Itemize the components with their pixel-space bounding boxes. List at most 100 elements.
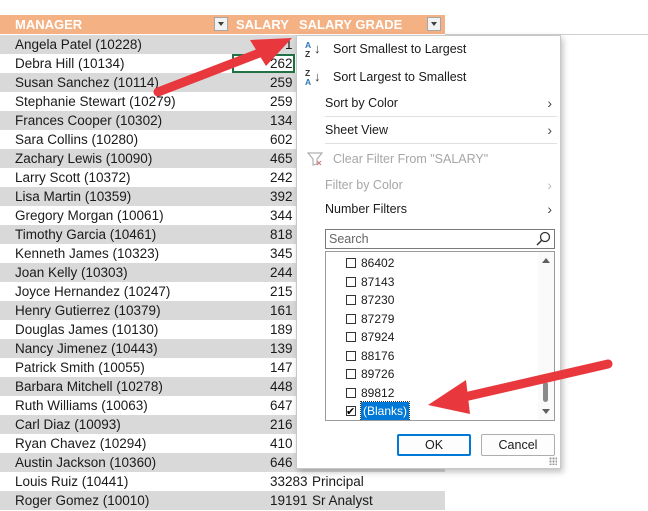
manager-cell[interactable]: Carl Diaz (10093) [15,415,121,434]
manager-cell[interactable]: Frances Cooper (10302) [15,111,162,130]
manager-cell[interactable]: Joan Kelly (10303) [15,263,128,282]
search-icon [536,231,551,246]
manager-cell[interactable]: Kenneth James (10323) [15,244,159,263]
checkbox-icon[interactable] [346,369,356,379]
sort-smallest-to-largest[interactable]: A Z ↓ Sort Smallest to Largest [297,38,560,60]
manager-cell[interactable]: Gregory Morgan (10061) [15,206,164,225]
ok-button[interactable]: OK [397,434,471,456]
salary-cell[interactable]: 33283 [270,472,308,491]
checkbox-icon[interactable] [346,332,356,342]
cancel-button[interactable]: Cancel [481,434,555,456]
header-manager[interactable]: MANAGER [0,15,232,34]
checkbox-icon[interactable] [346,295,356,305]
manager-cell[interactable]: Douglas James (10130) [15,320,158,339]
salary-cell[interactable]: 19191 [270,491,308,510]
salary-cell[interactable]: 259 [270,92,293,111]
manager-cell[interactable]: Zachary Lewis (10090) [15,149,152,168]
manager-cell[interactable]: Austin Jackson (10360) [15,453,156,472]
salary-cell[interactable]: 818 [270,225,293,244]
sort-largest-to-smallest[interactable]: Z A ↓ Sort Largest to Smallest [297,66,560,88]
salary-cell[interactable]: 410 [270,434,293,453]
salary-cell[interactable]: 147 [270,358,293,377]
table-row[interactable]: Louis Ruiz (10441) 33283 Principal [0,472,445,491]
salary-cell[interactable]: 244 [270,263,293,282]
salary-cell[interactable]: 471 [270,35,293,54]
manager-cell[interactable]: Larry Scott (10372) [15,168,131,187]
filter-by-color[interactable]: Filter by Color › [297,174,560,196]
checkbox-icon[interactable] [346,387,356,398]
header-salary-label: SALARY [236,17,289,32]
search-input[interactable]: Search [325,229,555,249]
manager-cell[interactable]: Louis Ruiz (10441) [15,472,128,491]
salary-cell[interactable]: 161 [270,301,293,320]
manager-cell[interactable]: Barbara Mitchell (10278) [15,377,163,396]
scroll-thumb[interactable] [543,382,548,402]
filter-value-label: 89812 [361,385,395,400]
number-filters[interactable]: Number Filters › [297,198,560,220]
manager-cell[interactable]: Ryan Chavez (10294) [15,434,146,453]
manager-cell[interactable]: Lisa Martin (10359) [15,187,131,206]
salary-cell[interactable]: 134 [270,111,293,130]
manager-cell[interactable]: Debra Hill (10134) [15,54,125,73]
filter-value-label: 87279 [361,311,395,326]
manager-cell[interactable]: Timothy Garcia (10461) [15,225,156,244]
salary-cell[interactable]: 392 [270,187,293,206]
filter-values-list[interactable]: 86402 87143 87230 87279 87924 88176 89726 89812… [325,251,555,421]
number-filters-label: Number Filters [325,202,407,216]
salary-cell[interactable]: 242 [270,168,293,187]
salary-cell[interactable]: 216 [270,415,293,434]
sort-by-color[interactable]: Sort by Color › [297,92,560,114]
header-salary[interactable]: SALARY [232,15,309,34]
search-placeholder: Search [329,232,369,246]
list-scrollbar[interactable] [538,252,554,420]
salary-cell[interactable]: 345 [270,244,293,263]
manager-cell[interactable]: Stephanie Stewart (10279) [15,92,176,111]
table-row[interactable]: Roger Gomez (10010) 19191 Sr Analyst [0,491,445,510]
clear-filter[interactable]: Clear Filter From "SALARY" [297,148,560,170]
salary-cell[interactable]: 344 [270,206,293,225]
filter-value-label: (Blanks) [359,401,411,420]
salary-cell[interactable]: 215 [270,282,293,301]
sheet-view-label: Sheet View [325,123,389,137]
checkbox-icon[interactable] [346,313,356,324]
salary-cell[interactable]: 646 [270,453,293,472]
filter-value-label: 87924 [361,330,395,344]
checkbox-icon[interactable] [346,276,356,287]
salary-cell[interactable]: 647 [270,396,293,415]
manager-cell[interactable]: Joyce Hernandez (10247) [15,282,170,301]
scroll-up-icon[interactable] [542,258,550,263]
salary-cell[interactable]: 602 [270,130,293,149]
clear-filter-label: Clear Filter From "SALARY" [333,152,489,166]
checkbox-icon[interactable] [346,350,356,361]
chevron-right-icon: › [547,122,552,138]
chevron-right-icon: › [547,201,552,217]
header-manager-label: MANAGER [15,17,83,32]
salary-grade-filter-dropdown-icon[interactable] [427,17,441,31]
manager-filter-dropdown-icon[interactable] [214,17,228,31]
manager-cell[interactable]: Susan Sanchez (10114) [15,73,159,92]
salary-cell[interactable]: 465 [270,149,293,168]
filter-value-label: 88176 [361,348,395,363]
manager-cell[interactable]: Sara Collins (10280) [15,130,138,149]
manager-cell[interactable]: Henry Gutierrez (10379) [15,301,161,320]
manager-cell[interactable]: Ruth Williams (10063) [15,396,148,415]
clear-filter-icon [307,152,323,166]
manager-cell[interactable]: Roger Gomez (10010) [15,491,149,510]
scroll-down-icon[interactable] [542,409,550,414]
resize-grip[interactable] [549,457,557,465]
salary-cell[interactable]: 189 [270,320,293,339]
manager-cell[interactable]: Angela Patel (10228) [15,35,142,54]
filter-by-color-label: Filter by Color [325,178,403,192]
salary-grade-cell[interactable]: Sr Analyst [312,491,373,510]
menu-divider [325,116,557,117]
salary-cell[interactable]: 448 [270,377,293,396]
salary-grade-cell[interactable]: Principal [312,472,364,491]
header-salary-grade[interactable]: SALARY GRADE [295,15,445,34]
checkbox-icon[interactable] [346,403,356,420]
salary-cell[interactable]: 259 [270,73,293,92]
sheet-view[interactable]: Sheet View › [297,119,560,141]
salary-cell[interactable]: 139 [270,339,293,358]
manager-cell[interactable]: Patrick Smith (10055) [15,358,145,377]
manager-cell[interactable]: Nancy Jimenez (10443) [15,339,158,358]
checkbox-icon[interactable] [346,258,356,268]
